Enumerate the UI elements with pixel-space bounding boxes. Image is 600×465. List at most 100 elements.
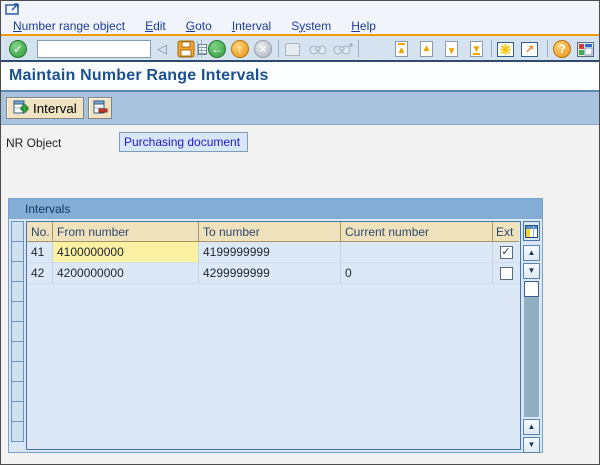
next-page-button[interactable]: ▼ <box>445 39 458 59</box>
cell-no[interactable]: 42 <box>27 263 53 283</box>
cancel-icon: × <box>254 40 272 58</box>
find-button[interactable] <box>309 39 327 59</box>
row-selector-cell[interactable] <box>11 381 24 402</box>
delete-interval-button[interactable] <box>87 97 112 119</box>
command-history-button[interactable] <box>197 41 207 57</box>
menu-help[interactable]: Help <box>341 19 386 33</box>
table-row: 41 4100000000 4199999999 ✓ <box>27 242 520 263</box>
ext-checkbox[interactable]: ✓ <box>499 245 513 259</box>
find-icon <box>309 45 327 55</box>
scroll-line-up-button[interactable]: ▲ <box>523 245 540 261</box>
command-list-icon <box>198 43 207 55</box>
find-next-icon <box>333 43 353 55</box>
row-selector-cell[interactable] <box>11 421 24 442</box>
first-page-icon: ▲ <box>395 41 408 57</box>
standard-toolbar: ✓ ◁ ← ↑ × ▲ ▲ ▼ ▼ ↗ ? <box>1 36 599 62</box>
ext-checkbox[interactable] <box>499 266 513 280</box>
intervals-table: No. From number To number Current number… <box>26 221 521 450</box>
system-menu-icon[interactable] <box>5 3 21 15</box>
column-header-to[interactable]: To number <box>199 222 341 242</box>
row-selector-cell[interactable] <box>11 301 24 322</box>
new-session-button[interactable] <box>497 39 514 59</box>
row-selector-cell[interactable] <box>11 341 24 362</box>
enter-icon: ✓ <box>9 40 27 58</box>
menu-number-range-object[interactable]: Number range object <box>3 19 135 33</box>
row-selector-cell[interactable] <box>11 261 24 282</box>
back-icon: ← <box>208 40 226 58</box>
toolbar-separator <box>278 40 279 57</box>
command-input[interactable] <box>38 41 197 57</box>
scroll-page-down-button[interactable]: ▼ <box>523 437 540 453</box>
nr-object-field[interactable]: Purchasing document <box>119 132 248 152</box>
collapse-command-field-icon: ◁ <box>157 41 167 56</box>
insert-interval-label: Interval <box>33 100 77 116</box>
exit-icon: ↑ <box>231 40 249 58</box>
first-page-button[interactable]: ▲ <box>395 39 408 59</box>
column-header-ext[interactable]: Ext <box>493 222 519 242</box>
cancel-button[interactable]: × <box>254 39 272 59</box>
toolbar-separator <box>491 40 492 57</box>
row-selector-cell[interactable] <box>11 401 24 422</box>
menu-interval[interactable]: Interval <box>222 19 281 33</box>
cell-from[interactable]: 4200000000 <box>53 263 199 283</box>
enter-button[interactable]: ✓ <box>9 39 27 59</box>
sap-window: Number range object Edit Goto Interval S… <box>0 0 600 465</box>
column-header-current[interactable]: Current number <box>341 222 493 242</box>
cell-to[interactable]: 4299999999 <box>199 263 341 283</box>
cell-current[interactable]: 0 <box>341 263 493 283</box>
toolbar-separator <box>201 40 202 57</box>
new-session-icon <box>497 41 514 57</box>
menu-edit[interactable]: Edit <box>135 19 176 33</box>
cell-current[interactable] <box>341 242 493 262</box>
create-shortcut-icon: ↗ <box>521 41 538 57</box>
insert-interval-icon <box>13 100 29 114</box>
row-selector-cell[interactable] <box>11 281 24 302</box>
table-scroll-column: ▲ ▼ ▲ ▼ <box>523 221 540 453</box>
cell-from[interactable]: 4100000000 <box>53 242 199 262</box>
menu-system[interactable]: System <box>281 19 341 33</box>
command-field[interactable] <box>37 40 207 58</box>
cell-ext <box>493 263 519 283</box>
application-toolbar: Interval <box>1 90 599 125</box>
scrollbar-track[interactable] <box>524 281 539 417</box>
row-selector-cell[interactable] <box>11 321 24 342</box>
next-page-icon: ▼ <box>445 41 458 57</box>
customize-layout-icon <box>577 41 594 57</box>
customize-layout-button[interactable] <box>577 39 594 59</box>
help-icon: ? <box>553 40 571 58</box>
row-selector-cell[interactable] <box>11 361 24 382</box>
last-page-button[interactable]: ▼ <box>470 39 483 59</box>
create-shortcut-button[interactable]: ↗ <box>521 39 538 59</box>
scroll-line-down-button[interactable]: ▼ <box>523 263 540 279</box>
page-title: Maintain Number Range Intervals <box>9 67 269 84</box>
cell-to[interactable]: 4199999999 <box>199 242 341 262</box>
menu-goto[interactable]: Goto <box>176 19 222 33</box>
cell-no[interactable]: 41 <box>27 242 53 262</box>
table-settings-icon <box>525 224 538 238</box>
previous-page-button[interactable]: ▲ <box>420 39 433 59</box>
row-selector-cell[interactable] <box>11 241 24 262</box>
toolbar-separator <box>358 40 359 57</box>
save-icon <box>177 40 195 58</box>
table-settings-button[interactable] <box>523 221 540 241</box>
previous-page-icon: ▲ <box>420 41 433 57</box>
back-button[interactable]: ← <box>208 39 226 59</box>
find-next-button[interactable] <box>333 39 353 59</box>
toolbar-separator <box>547 40 548 57</box>
scrollbar-thumb[interactable] <box>524 281 539 297</box>
last-page-icon: ▼ <box>470 41 483 57</box>
help-button[interactable]: ? <box>553 39 571 59</box>
print-button[interactable] <box>285 39 300 59</box>
insert-interval-button[interactable]: Interval <box>6 97 84 119</box>
row-selector-cell[interactable] <box>11 221 24 242</box>
main-content: NR Object Purchasing document Intervals … <box>1 125 599 462</box>
column-header-no[interactable]: No. <box>27 222 53 242</box>
collapse-command-button[interactable]: ◁ <box>157 39 167 59</box>
scroll-page-up-button[interactable]: ▲ <box>523 419 540 435</box>
print-icon <box>285 42 300 56</box>
exit-button[interactable]: ↑ <box>231 39 249 59</box>
save-button[interactable] <box>177 39 195 59</box>
column-header-from[interactable]: From number <box>53 222 199 242</box>
delete-interval-icon <box>93 100 108 114</box>
nr-object-label: NR Object <box>6 136 62 150</box>
